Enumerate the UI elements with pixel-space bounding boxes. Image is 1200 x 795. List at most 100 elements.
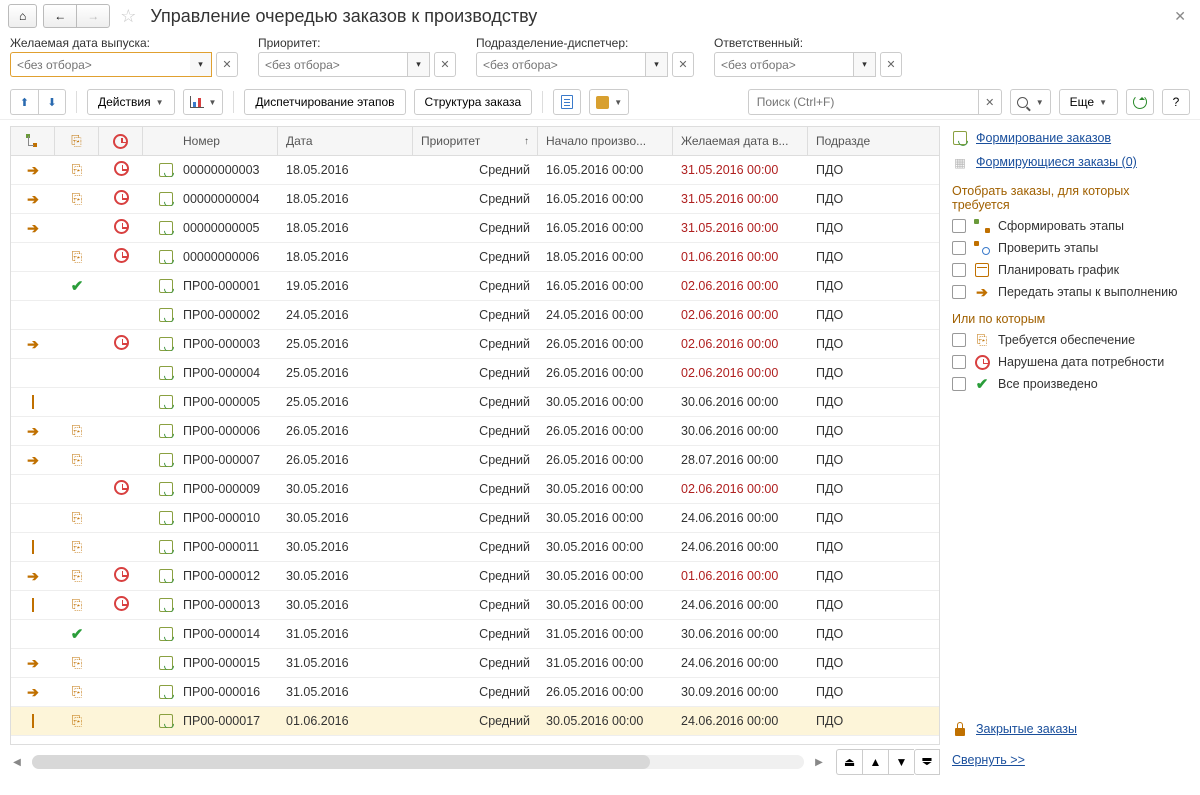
hscroll-track[interactable] [32,755,804,769]
table-row[interactable]: ➔⎘0000000000418.05.2016Средний16.05.2016… [11,185,939,214]
col-status3[interactable] [99,127,143,155]
cell-number: ПР00-000009 [183,482,260,496]
filter-dispatcher-clear[interactable]: ✕ [672,52,694,77]
move-up-button[interactable]: ⬆ [10,89,38,115]
nav-last-button[interactable]: ⏏ [914,749,940,775]
col-start[interactable]: Начало произво... [538,127,673,155]
search-clear-button[interactable]: ✕ [978,89,1002,115]
side-forming-link[interactable]: Формирование заказов [952,130,1188,146]
home-button[interactable]: ⌂ [8,4,37,28]
search-button[interactable]: ▼ [1010,89,1051,115]
filter-check[interactable]: Проверить этапы [952,240,1188,256]
col-want[interactable]: Желаемая дата в... [673,127,808,155]
filter-release-clear[interactable]: ✕ [216,52,238,77]
filter-release-input[interactable] [10,52,190,77]
cell-dept: ПДО [808,250,890,264]
filter-responsible-dropdown[interactable]: ▾ [854,52,876,77]
checkbox[interactable] [952,263,966,277]
filter-stages[interactable]: Сформировать этапы [952,218,1188,234]
nav-up-button[interactable]: ▲ [862,749,888,775]
col-number[interactable]: Номер [143,127,278,155]
nav-first-button[interactable]: ⏏ [836,749,862,775]
more-button[interactable]: Еще ▼ [1059,89,1118,115]
hscroll-thumb[interactable] [32,755,650,769]
search-input[interactable] [748,89,978,115]
help-button[interactable]: ? [1162,89,1190,115]
sheet-icon [159,656,173,670]
forward-button[interactable]: → [76,4,110,28]
nav-down-button[interactable]: ▼ [888,749,914,775]
structure-button[interactable]: Структура заказа [414,89,533,115]
checkbox[interactable] [952,377,966,391]
filter-dispatcher-dropdown[interactable]: ▾ [646,52,668,77]
col-status1[interactable] [11,127,55,155]
table-row[interactable]: ➔⎘ПР00-00001631.05.2016Средний26.05.2016… [11,678,939,707]
side-closed-link[interactable]: Закрытые заказы [952,721,1188,737]
table-row[interactable]: ПР00-00000525.05.2016Средний30.05.2016 0… [11,388,939,417]
table-row[interactable]: ➔0000000000518.05.2016Средний16.05.2016 … [11,214,939,243]
refresh-button[interactable] [1126,89,1154,115]
move-down-button[interactable]: ⬇ [38,89,66,115]
cell-want: 31.05.2016 00:00 [673,192,808,206]
checkbox[interactable] [952,285,966,299]
sheet-icon [159,337,173,351]
table-row[interactable]: ⎘0000000000618.05.2016Средний18.05.2016 … [11,243,939,272]
arrow-up-icon: ⬆ [20,96,29,109]
close-button[interactable]: ✕ [1168,8,1192,25]
chart-button[interactable]: ▼ [183,89,224,115]
table-row[interactable]: ➔⎘ПР00-00000626.05.2016Средний26.05.2016… [11,417,939,446]
table-row[interactable]: ПР00-00000224.05.2016Средний24.05.2016 0… [11,301,939,330]
table-row[interactable]: ⎘ПР00-00001030.05.2016Средний30.05.2016 … [11,504,939,533]
filter-supply[interactable]: ⎘ Требуется обеспечение [952,332,1188,348]
cell-number: ПР00-000017 [183,714,260,728]
hscroll-left[interactable]: ◀ [10,755,24,769]
col-dept[interactable]: Подразде [808,127,890,155]
filter-plan[interactable]: Планировать график [952,262,1188,278]
actions-button[interactable]: Действия ▼ [87,89,175,115]
filter-priority-clear[interactable]: ✕ [434,52,456,77]
filter-overdue[interactable]: Нарушена дата потребности [952,354,1188,370]
table-row[interactable]: ⎘ПР00-00001130.05.2016Средний30.05.2016 … [11,533,939,562]
document-button[interactable] [553,89,581,115]
filter-priority-input[interactable] [258,52,408,77]
table-row[interactable]: ПР00-00000930.05.2016Средний30.05.2016 0… [11,475,939,504]
table-row[interactable]: ✔ПР00-00001431.05.2016Средний31.05.2016 … [11,620,939,649]
checkbox[interactable] [952,219,966,233]
checkbox[interactable] [952,333,966,347]
col-date[interactable]: Дата [278,127,413,155]
table-row[interactable]: ✔ПР00-00000119.05.2016Средний16.05.2016 … [11,272,939,301]
table-row[interactable]: ⎘ПР00-00001330.05.2016Средний30.05.2016 … [11,591,939,620]
dispatching-button[interactable]: Диспетчирование этапов [244,89,405,115]
cell-number: 00000000003 [183,163,259,177]
cell-date: 31.05.2016 [278,656,413,670]
arrow-right-icon: ➔ [27,655,39,671]
col-status2[interactable]: ⎘ [55,127,99,155]
favorite-icon[interactable]: ☆ [120,6,136,27]
table-row[interactable]: ➔⎘0000000000318.05.2016Средний16.05.2016… [11,156,939,185]
filter-transfer[interactable]: ➔ Передать этапы к выполнению [952,284,1188,300]
col-priority[interactable]: Приоритет↑ [413,127,538,155]
table-row[interactable]: ➔ПР00-00000325.05.2016Средний26.05.2016 … [11,330,939,359]
filter-responsible-input[interactable] [714,52,854,77]
table-row[interactable]: ⎘ПР00-00001701.06.2016Средний30.05.2016 … [11,707,939,736]
table-row[interactable]: ПР00-00000425.05.2016Средний26.05.2016 0… [11,359,939,388]
checkbox[interactable] [952,241,966,255]
table-row[interactable]: ➔⎘ПР00-00000726.05.2016Средний26.05.2016… [11,446,939,475]
collapse-link[interactable]: Свернуть >> [952,753,1025,767]
table-row[interactable]: ➔⎘ПР00-00001531.05.2016Средний31.05.2016… [11,649,939,678]
checkbox[interactable] [952,355,966,369]
side-queue-link[interactable]: ▦ Формирующиеся заказы (0) [952,154,1188,170]
filter-done[interactable]: ✔ Все произведено [952,376,1188,392]
hscroll-right[interactable]: ▶ [812,755,826,769]
clock-icon [114,596,129,611]
filter-release-dropdown[interactable]: ▾ [190,52,212,77]
filter-responsible-clear[interactable]: ✕ [880,52,902,77]
back-button[interactable]: ← [43,4,76,28]
box-button[interactable]: ▼ [589,89,629,115]
filter-priority-dropdown[interactable]: ▾ [408,52,430,77]
cell-dept: ПДО [808,598,890,612]
cell-want: 31.05.2016 00:00 [673,221,808,235]
table-row[interactable]: ➔⎘ПР00-00001230.05.2016Средний30.05.2016… [11,562,939,591]
filter-dispatcher-input[interactable] [476,52,646,77]
cell-start: 16.05.2016 00:00 [538,192,673,206]
